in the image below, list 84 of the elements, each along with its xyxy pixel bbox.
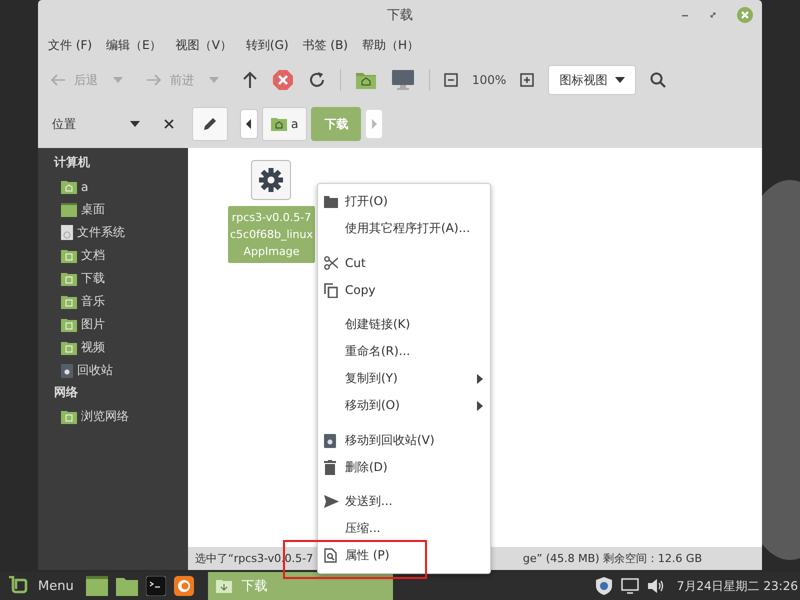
menu-item[interactable]: Cut [318, 250, 490, 276]
shield-icon[interactable] [594, 576, 613, 596]
menu-item[interactable]: Copy [318, 276, 490, 304]
folder-icon [324, 196, 338, 208]
sidebar-section-title: 计算机 [52, 154, 91, 171]
menu-item[interactable]: 移动到(O) [318, 392, 490, 419]
sidebar-item[interactable]: a [38, 175, 188, 198]
maximize-icon[interactable] [708, 10, 718, 20]
caret-icon[interactable] [130, 121, 140, 127]
sidebar-item[interactable]: 文档 [38, 244, 188, 267]
caret-icon [615, 77, 626, 83]
sidebar-item[interactable]: 音乐 [38, 290, 188, 313]
sidebar-item[interactable]: 回收站 [38, 359, 188, 382]
sidebar-item[interactable]: 浏览网络 [38, 405, 188, 428]
search-icon[interactable] [650, 72, 666, 88]
menu-item[interactable]: 发送到... [318, 488, 490, 515]
folder-icon [61, 248, 77, 262]
pencil-icon [202, 116, 218, 132]
sidebar-title: 位置 [52, 116, 77, 132]
home-folder-icon [61, 180, 77, 194]
home-folder-icon [271, 117, 287, 131]
zoom-out-icon[interactable] [444, 73, 458, 87]
reload-icon[interactable] [308, 71, 326, 89]
folder-icon [61, 272, 77, 286]
submenu-arrow-icon [477, 400, 483, 410]
start-menu-button[interactable]: Menu [38, 578, 74, 594]
copy-icon [324, 282, 338, 298]
folder-icon [61, 340, 77, 354]
sidebar-item[interactable]: 图片 [38, 313, 188, 336]
menu-item[interactable]: 删除(D) [318, 454, 490, 480]
folder-icon[interactable] [116, 576, 138, 596]
sidebar-item[interactable]: 下载 [38, 267, 188, 290]
home-folder-icon[interactable] [355, 70, 377, 90]
close-icon[interactable] [164, 119, 174, 129]
menu-item[interactable]: 复制到(Y) [318, 365, 490, 392]
zoom-in-icon[interactable] [520, 73, 534, 87]
bin-icon [324, 460, 336, 474]
zoom-level: 100% [472, 73, 506, 87]
desktop-icon[interactable] [86, 576, 108, 596]
menu-item[interactable]: 转到(G) [246, 36, 289, 54]
scissors-icon [324, 256, 338, 270]
status-text: ge” (45.8 MB) 剩余空间：12.6 GB [522, 551, 702, 566]
trash-icon [61, 363, 73, 378]
menu-item[interactable]: 书签 (B) [302, 36, 348, 54]
menu-item[interactable]: 帮助（H） [362, 36, 420, 54]
up-arrow-icon[interactable] [242, 71, 258, 89]
display-icon[interactable] [620, 578, 639, 594]
sidebar-item[interactable]: 文件系统 [38, 221, 188, 244]
gear-icon[interactable] [250, 160, 290, 200]
stop-icon[interactable] [272, 69, 294, 91]
menu-item[interactable]: 编辑（E） [106, 36, 162, 54]
download-folder-icon [216, 579, 232, 593]
folder-icon [61, 294, 77, 308]
window-title: 下载 [387, 7, 413, 24]
drive-icon [61, 225, 73, 240]
terminal-icon[interactable] [146, 576, 166, 596]
edit-path-button[interactable] [192, 107, 228, 141]
view-mode-dropdown[interactable]: 图标视图 [548, 65, 636, 95]
path-button[interactable]: a [262, 107, 308, 141]
browser-icon[interactable] [174, 576, 194, 596]
computer-icon[interactable] [391, 69, 415, 91]
menu-item[interactable]: 文件 (F) [48, 36, 92, 54]
sidebar-item[interactable]: 视频 [38, 336, 188, 359]
mint-logo-icon[interactable] [8, 576, 30, 596]
menu-item[interactable]: 视图（V） [176, 36, 232, 54]
left-arrow-icon [50, 73, 66, 87]
submenu-arrow-icon [477, 374, 483, 384]
menu-item[interactable]: 压缩... [318, 515, 490, 542]
menu-item[interactable]: 打开(O) [318, 188, 490, 215]
trash-icon [324, 432, 336, 448]
sidebar-item[interactable]: 桌面 [38, 198, 188, 221]
menu-item[interactable]: 使用其它程序打开(A)... [318, 215, 490, 242]
right-arrow-icon [146, 73, 162, 87]
sidebar-section-title: 网络 [53, 384, 79, 401]
menu-item[interactable]: 创建链接(K) [318, 311, 490, 338]
clock[interactable]: 7月24日星期二 23:26 [676, 578, 798, 594]
menu-item[interactable]: 重命名(R)... [318, 338, 490, 365]
desktop-icon [61, 202, 77, 216]
volume-icon[interactable] [646, 578, 665, 594]
document-search-icon [324, 548, 337, 563]
folder-icon [61, 318, 77, 332]
folder-icon [61, 410, 77, 424]
menu-item[interactable]: 移动到回收站(V) [318, 426, 490, 454]
send-icon [324, 495, 339, 508]
